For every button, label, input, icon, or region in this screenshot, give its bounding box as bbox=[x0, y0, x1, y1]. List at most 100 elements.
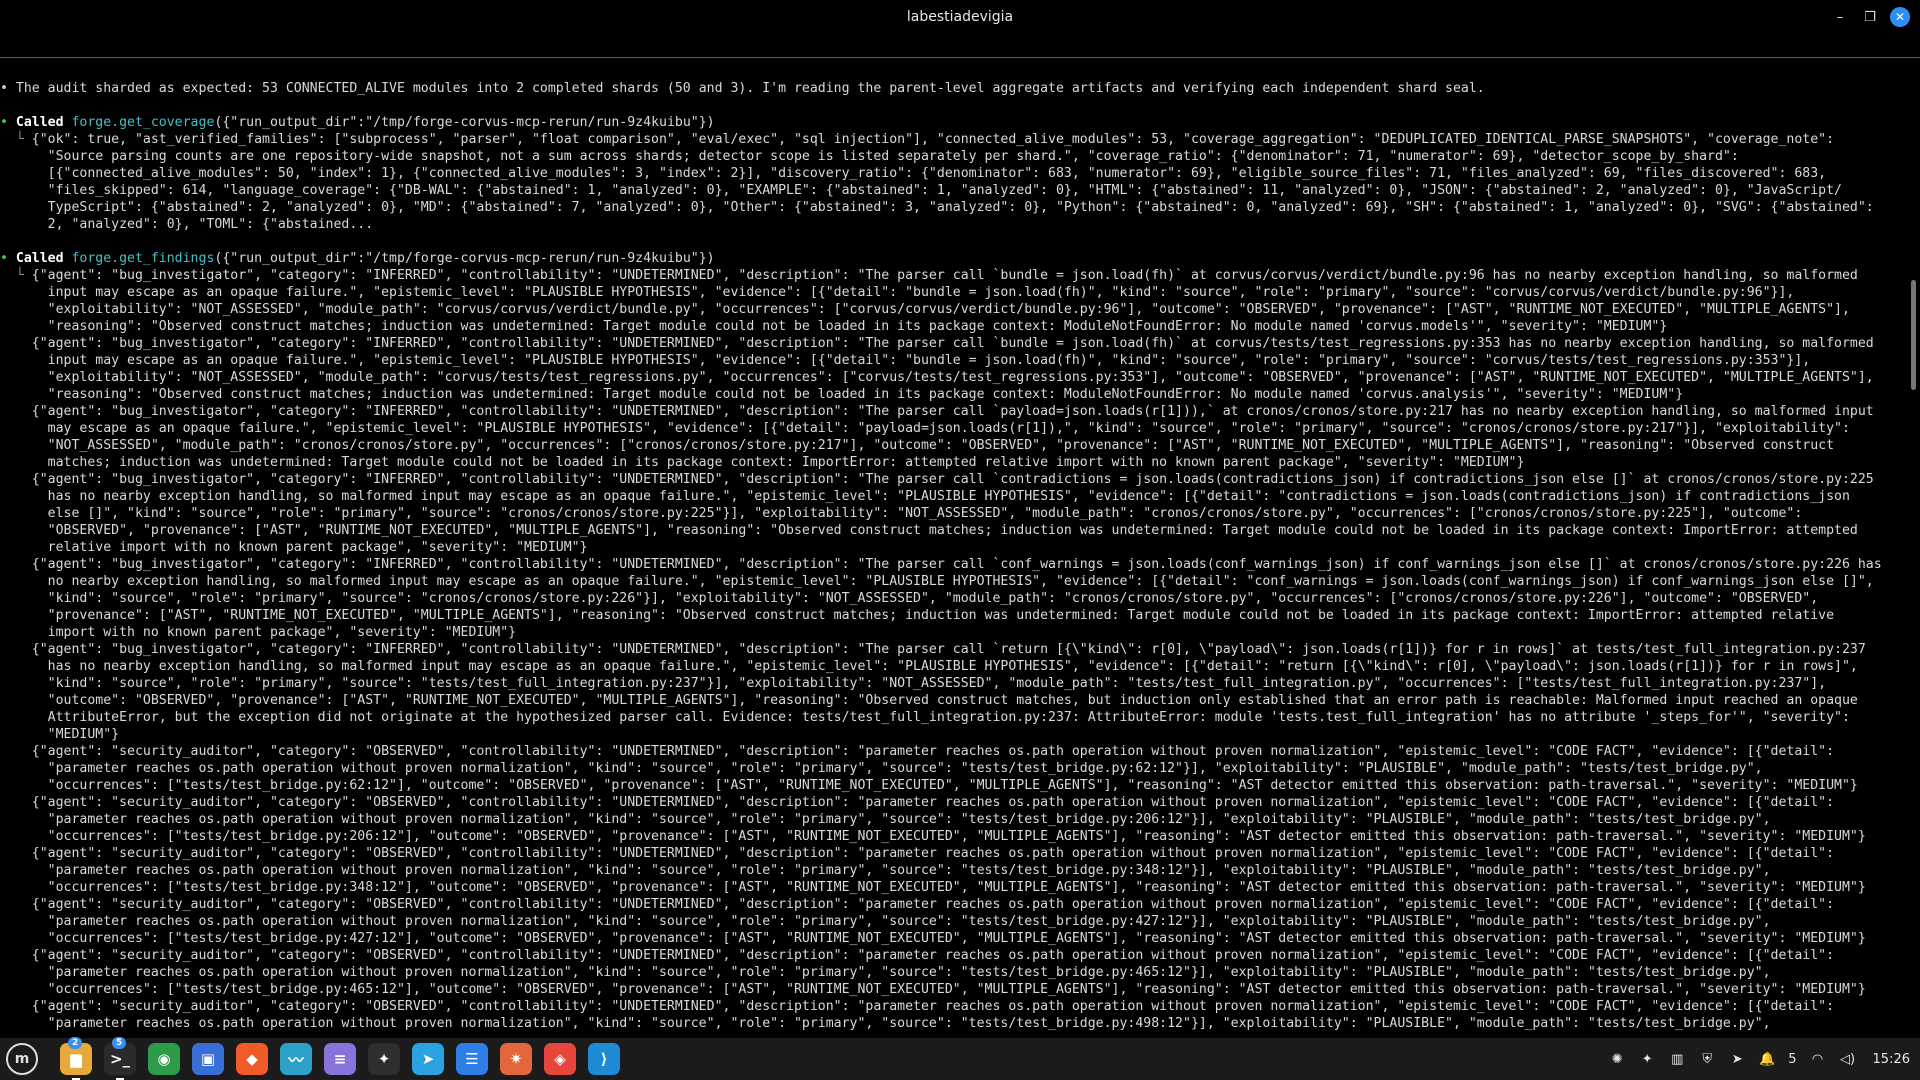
maximize-button[interactable]: ❐ bbox=[1860, 7, 1880, 27]
app-glyph: ⟩ bbox=[600, 1050, 608, 1068]
output-text: import with no known parent package", "s… bbox=[31, 625, 517, 640]
output-text: TypeScript": {"abstained": 2, "analyzed"… bbox=[31, 200, 1874, 215]
app-glyph: ✷ bbox=[509, 1050, 523, 1068]
terminal-line: [{"connected_alive_modules": 50, "index"… bbox=[0, 165, 1902, 182]
terminal-line: "outcome": "OBSERVED", "provenance": ["A… bbox=[0, 692, 1902, 709]
terminal-line: "kind": "source", "role": "primary", "so… bbox=[0, 590, 1902, 607]
output-text: "kind": "source", "role": "primary", "so… bbox=[31, 676, 1827, 691]
telegram-icon[interactable]: ➤ bbox=[412, 1043, 444, 1075]
output-text: {"agent": "bug_investigator", "category"… bbox=[31, 404, 1874, 419]
output-text: {"agent": "security_auditor", "category"… bbox=[31, 999, 1835, 1014]
output-text: "reasoning": "Observed construct matches… bbox=[31, 387, 1684, 402]
text-editor-icon[interactable]: ☰ bbox=[456, 1043, 488, 1075]
tree-branch bbox=[0, 914, 32, 929]
terminal-line: "OBSERVED", "provenance": ["AST", "RUNTI… bbox=[0, 522, 1902, 539]
notification-icon[interactable]: 🔔 bbox=[1758, 1050, 1776, 1068]
terminal-line: "parameter reaches os.path operation wit… bbox=[0, 913, 1902, 930]
terminal-line: "parameter reaches os.path operation wit… bbox=[0, 964, 1902, 981]
output-text: "provenance": ["AST", "RUNTIME_NOT_EXECU… bbox=[31, 608, 1835, 623]
tool-name: forge.get_findings bbox=[71, 251, 215, 266]
terminal-line: input may escape as an opaque failure.",… bbox=[0, 284, 1902, 301]
terminal-line: "kind": "source", "role": "primary", "so… bbox=[0, 675, 1902, 692]
telegram-tray-icon[interactable]: ➤ bbox=[1728, 1050, 1746, 1068]
tree-branch bbox=[0, 438, 32, 453]
terminal-line: AttributeError, but the exception did no… bbox=[0, 709, 1902, 726]
tree-branch bbox=[0, 489, 32, 504]
app-badge: 5 bbox=[112, 1037, 127, 1049]
output-text: "occurrences": ["tests/test_bridge.py:34… bbox=[31, 880, 1866, 895]
terminal-line: └ {"ok": true, "ast_verified_families": … bbox=[0, 131, 1902, 148]
scrollbar-thumb[interactable] bbox=[1911, 280, 1916, 390]
output-text: "kind": "source", "role": "primary", "so… bbox=[31, 591, 1819, 606]
screenshot-icon[interactable]: ▣ bbox=[192, 1043, 224, 1075]
bullet-icon: • bbox=[0, 251, 16, 266]
terminal-line: has no nearby exception handling, so mal… bbox=[0, 658, 1902, 675]
output-text: "outcome": "OBSERVED", "provenance": ["A… bbox=[31, 693, 1858, 708]
terminal-line: "reasoning": "Observed construct matches… bbox=[0, 386, 1902, 403]
notes-icon[interactable]: ≡ bbox=[324, 1043, 356, 1075]
taskbar: m ▆ 2 >_ 5 ◉ ▣ ◆ 〰 ≡ ✦ ➤ ☰ ✷ ◈ ⟩ ✺ ✦ ▥ ⛨ ➤ 🔔 5 ◠ ◁) 15:26 bbox=[0, 1037, 1920, 1080]
tree-branch bbox=[0, 846, 32, 861]
terminal-line: "files_skipped": 614, "language_coverage… bbox=[0, 182, 1902, 199]
output-text: has no nearby exception handling, so mal… bbox=[31, 659, 1858, 674]
terminal-icon[interactable]: >_ 5 bbox=[104, 1037, 136, 1080]
vscode-icon[interactable]: ⟩ bbox=[588, 1043, 620, 1075]
files-icon[interactable]: ▆ 2 bbox=[60, 1037, 92, 1080]
app-glyph: ☰ bbox=[465, 1050, 479, 1068]
openai-icon[interactable]: ✦ bbox=[368, 1043, 400, 1075]
shield-icon[interactable]: ⛨ bbox=[1698, 1050, 1716, 1068]
chrome-icon[interactable]: ◉ bbox=[148, 1043, 180, 1075]
tree-branch bbox=[0, 523, 32, 538]
claude-tray-icon[interactable]: ✺ bbox=[1608, 1050, 1626, 1068]
terminal-line: {"agent": "bug_investigator", "category"… bbox=[0, 471, 1902, 488]
terminal-line: TypeScript": {"abstained": 2, "analyzed"… bbox=[0, 199, 1902, 216]
app-glyph: ◈ bbox=[554, 1050, 566, 1068]
close-button[interactable]: ✕ bbox=[1890, 7, 1910, 27]
tool-name: forge.get_coverage bbox=[71, 115, 215, 130]
terminal-line: • The audit sharded as expected: 53 CONN… bbox=[0, 80, 1902, 97]
tool-args: ({"run_output_dir":"/tmp/forge-corvus-mc… bbox=[214, 115, 715, 130]
launcher-icon[interactable]: m bbox=[6, 1043, 38, 1075]
terminal-line: "occurrences": ["tests/test_bridge.py:62… bbox=[0, 777, 1902, 794]
terminal-line: {"agent": "bug_investigator", "category"… bbox=[0, 641, 1902, 658]
tree-branch bbox=[0, 404, 32, 419]
divider bbox=[0, 57, 1920, 58]
tree-branch bbox=[0, 727, 32, 742]
tree-branch bbox=[0, 302, 32, 317]
tree-branch bbox=[0, 965, 32, 980]
output-text: "occurrences": ["tests/test_bridge.py:46… bbox=[31, 982, 1866, 997]
tree-branch bbox=[0, 387, 32, 402]
minimize-button[interactable]: – bbox=[1830, 7, 1850, 27]
app-glyph: ▣ bbox=[200, 1050, 216, 1068]
tree-branch bbox=[0, 863, 32, 878]
terminal-line: import with no known parent package", "s… bbox=[0, 624, 1902, 641]
volume-icon[interactable]: ◁) bbox=[1839, 1050, 1857, 1068]
openai-tray-icon[interactable]: ✦ bbox=[1638, 1050, 1656, 1068]
clipboard-icon[interactable]: ▥ bbox=[1668, 1050, 1686, 1068]
bullet-icon: • bbox=[0, 115, 16, 130]
output-text: "Source parsing counts are one repositor… bbox=[31, 149, 1739, 164]
brave-icon[interactable]: ◆ bbox=[236, 1043, 268, 1075]
wifi-icon[interactable]: ◠ bbox=[1809, 1050, 1827, 1068]
tree-branch bbox=[0, 931, 32, 946]
tree-branch bbox=[0, 591, 32, 606]
claude-icon[interactable]: ✷ bbox=[500, 1043, 532, 1075]
output-text: [{"connected_alive_modules": 50, "index"… bbox=[31, 166, 1827, 181]
output-text: "exploitability": "NOT_ASSESSED", "modul… bbox=[31, 370, 1874, 385]
monitor-icon[interactable]: 〰 bbox=[280, 1043, 312, 1075]
tree-branch bbox=[0, 948, 32, 963]
terminal-output[interactable]: • The audit sharded as expected: 53 CONN… bbox=[0, 80, 1902, 1035]
output-text: "parameter reaches os.path operation wit… bbox=[31, 812, 1771, 827]
tree-branch bbox=[0, 421, 32, 436]
anydesk-icon[interactable]: ◈ bbox=[544, 1043, 576, 1075]
terminal-line: "parameter reaches os.path operation wit… bbox=[0, 760, 1902, 777]
output-text: "parameter reaches os.path operation wit… bbox=[31, 914, 1771, 929]
message-text: The audit sharded as expected: 53 CONNEC… bbox=[15, 81, 1485, 96]
tree-branch bbox=[0, 608, 32, 623]
tree-branch bbox=[0, 370, 32, 385]
terminal-line: "exploitability": "NOT_ASSESSED", "modul… bbox=[0, 301, 1902, 318]
clock[interactable]: 15:26 bbox=[1873, 1052, 1910, 1067]
app-glyph: ◆ bbox=[246, 1050, 258, 1068]
output-text: AttributeError, but the exception did no… bbox=[31, 710, 1850, 725]
terminal-line: {"agent": "security_auditor", "category"… bbox=[0, 845, 1902, 862]
